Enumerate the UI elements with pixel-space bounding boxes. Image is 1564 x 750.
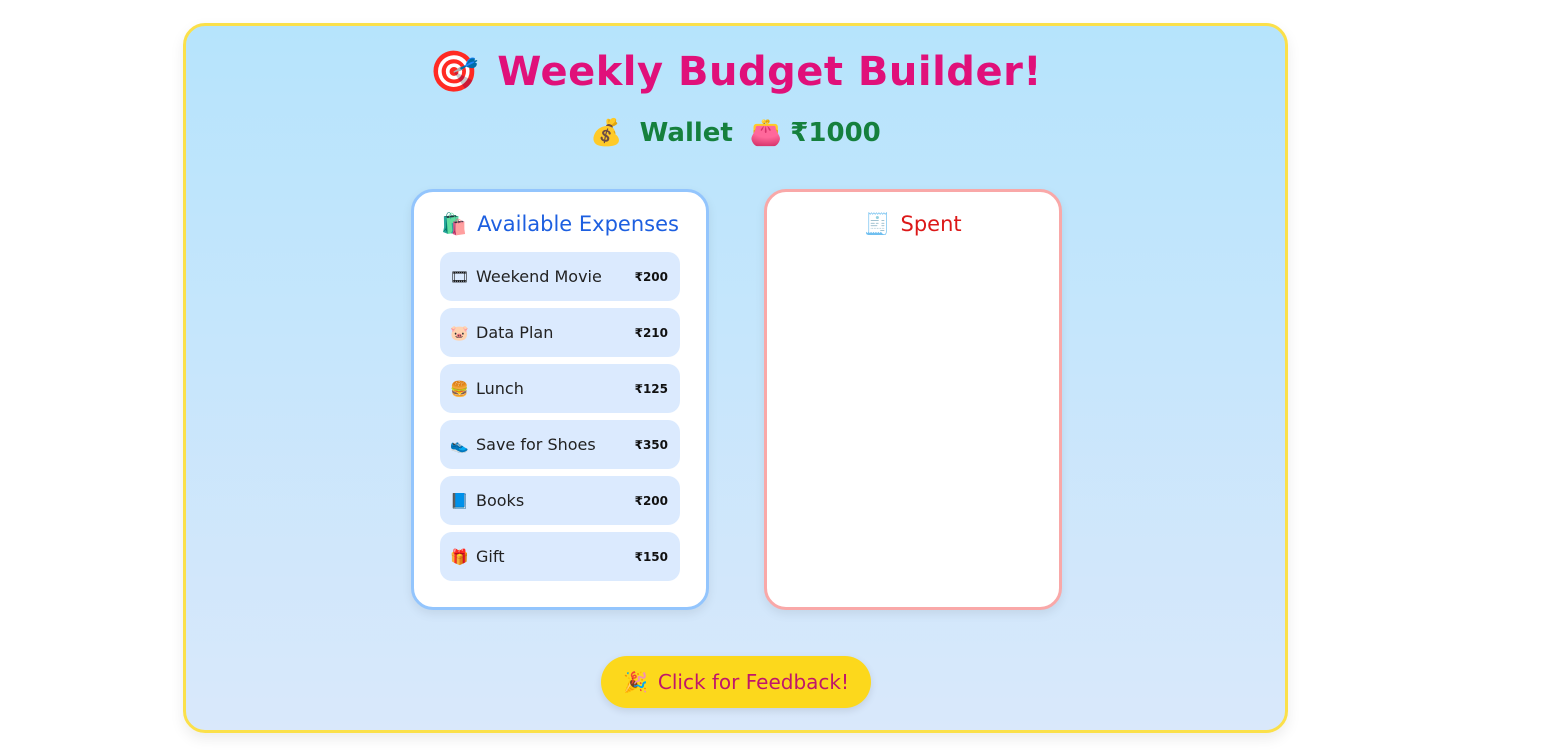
expense-list: 🎞 Weekend Movie ₹200 🐷 Data Plan ₹210 🍔 … bbox=[440, 252, 680, 581]
expense-price: ₹200 bbox=[634, 493, 668, 508]
expense-item-data-plan[interactable]: 🐷 Data Plan ₹210 bbox=[440, 308, 680, 357]
expense-label: Books bbox=[476, 491, 525, 510]
wallet-label: Wallet bbox=[639, 118, 733, 148]
spent-title: 🧾 Spent bbox=[767, 212, 1059, 244]
receipt-icon: 🧾 bbox=[864, 212, 891, 236]
expense-price: ₹150 bbox=[634, 549, 668, 564]
wallet-balance: 💰 Wallet 👛 ₹1000 bbox=[186, 118, 1285, 148]
wallet-amount: ₹1000 bbox=[790, 118, 881, 148]
shopping-bags-icon: 🛍️ bbox=[441, 212, 468, 236]
book-icon: 📘 bbox=[450, 491, 469, 510]
available-expenses-label: Available Expenses bbox=[477, 212, 679, 236]
expense-item-weekend-movie[interactable]: 🎞 Weekend Movie ₹200 bbox=[440, 252, 680, 301]
expense-item-books[interactable]: 📘 Books ₹200 bbox=[440, 476, 680, 525]
page-title: 🎯 Weekly Budget Builder! bbox=[186, 48, 1285, 95]
available-expenses-title: 🛍️ Available Expenses bbox=[414, 212, 706, 244]
shoe-prints-icon: 👟 bbox=[450, 435, 469, 454]
expense-label: Gift bbox=[476, 547, 505, 566]
expense-label: Weekend Movie bbox=[476, 267, 602, 286]
expense-item-lunch[interactable]: 🍔 Lunch ₹125 bbox=[440, 364, 680, 413]
expense-item-save-for-shoes[interactable]: 👟 Save for Shoes ₹350 bbox=[440, 420, 680, 469]
expense-price: ₹125 bbox=[634, 381, 668, 396]
expense-price: ₹350 bbox=[634, 437, 668, 452]
expense-item-gift[interactable]: 🎁 Gift ₹150 bbox=[440, 532, 680, 581]
expense-price: ₹210 bbox=[634, 325, 668, 340]
burger-icon: 🍔 bbox=[450, 379, 469, 398]
spent-label: Spent bbox=[900, 212, 962, 236]
expense-price: ₹200 bbox=[634, 269, 668, 284]
expense-label: Lunch bbox=[476, 379, 524, 398]
piggy-bank-icon: 🐷 bbox=[450, 323, 469, 342]
spent-panel[interactable]: 🧾 Spent bbox=[764, 189, 1062, 610]
budget-app: 🎯 Weekly Budget Builder! 💰 Wallet 👛 ₹1000 … bbox=[183, 23, 1288, 733]
available-expenses-panel: 🛍️ Available Expenses 🎞 Weekend Movie ₹20… bbox=[411, 189, 709, 610]
wallet-icon: 👛 bbox=[749, 118, 783, 148]
feedback-button-label: Click for Feedback! bbox=[657, 670, 850, 694]
feedback-button[interactable]: 🎉 Click for Feedback! bbox=[601, 656, 871, 708]
target-icon: 🎯 bbox=[428, 49, 480, 95]
gift-icon: 🎁 bbox=[450, 547, 469, 566]
page-title-text: Weekly Budget Builder! bbox=[497, 49, 1043, 95]
expense-label: Save for Shoes bbox=[476, 435, 596, 454]
film-icon: 🎞 bbox=[450, 267, 470, 286]
expense-label: Data Plan bbox=[476, 323, 554, 342]
money-bag-icon: 💰 bbox=[590, 118, 623, 148]
party-popper-icon: 🎉 bbox=[622, 670, 648, 694]
